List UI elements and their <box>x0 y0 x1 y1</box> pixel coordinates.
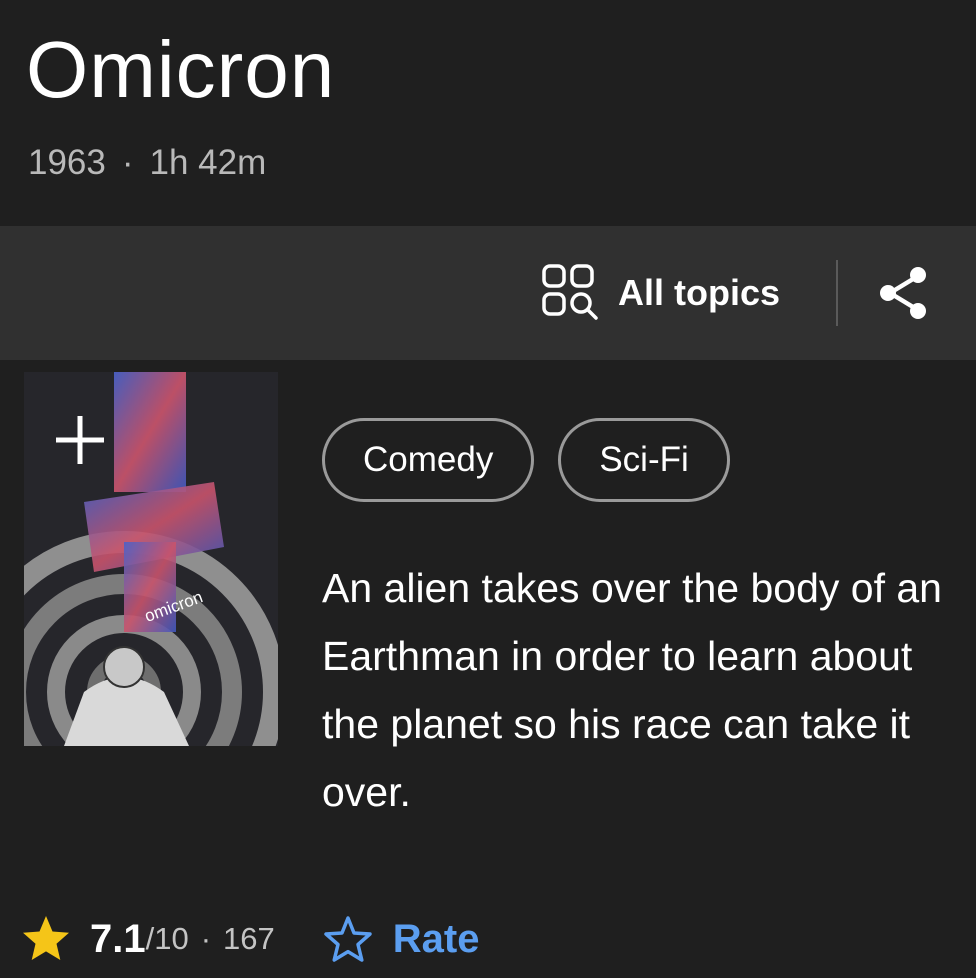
plot-summary[interactable]: An alien takes over the body of an Earth… <box>322 554 942 826</box>
star-outline-icon <box>324 916 372 962</box>
all-topics-button[interactable]: All topics <box>540 262 780 324</box>
rating-row: 7.1/10 · 167 Rate <box>20 906 479 972</box>
title-meta: 1963 · 1h 42m <box>28 140 266 186</box>
rating-separator: · <box>200 921 212 956</box>
topics-grid-search-icon <box>542 264 598 320</box>
add-to-watchlist-button[interactable] <box>50 410 110 470</box>
rating-max: /10 <box>145 921 189 956</box>
title-detail-page: Omicron 1963 · 1h 42m All topics omicron… <box>0 0 976 978</box>
rate-button[interactable]: Rate <box>323 914 480 964</box>
genre-chips: Comedy Sci-Fi <box>322 418 730 502</box>
all-topics-label: All topics <box>618 272 781 313</box>
genre-chip-sci-fi[interactable]: Sci-Fi <box>558 418 730 502</box>
action-toolbar: All topics <box>0 226 976 360</box>
rating-value: 7.1 <box>90 916 146 961</box>
poster-image[interactable]: omicron <box>24 372 278 746</box>
genre-chip-comedy[interactable]: Comedy <box>322 418 535 502</box>
share-button[interactable] <box>876 264 932 322</box>
release-year: 1963 <box>28 143 106 182</box>
rating-count: 167 <box>223 921 275 956</box>
share-icon <box>880 267 926 319</box>
rate-label: Rate <box>392 916 480 961</box>
star-icon <box>23 916 69 960</box>
toolbar-divider <box>836 260 838 326</box>
page-title: Omicron <box>26 25 336 114</box>
runtime: 1h 42m <box>149 143 267 182</box>
meta-separator: · <box>121 143 134 182</box>
plus-icon <box>56 416 104 464</box>
